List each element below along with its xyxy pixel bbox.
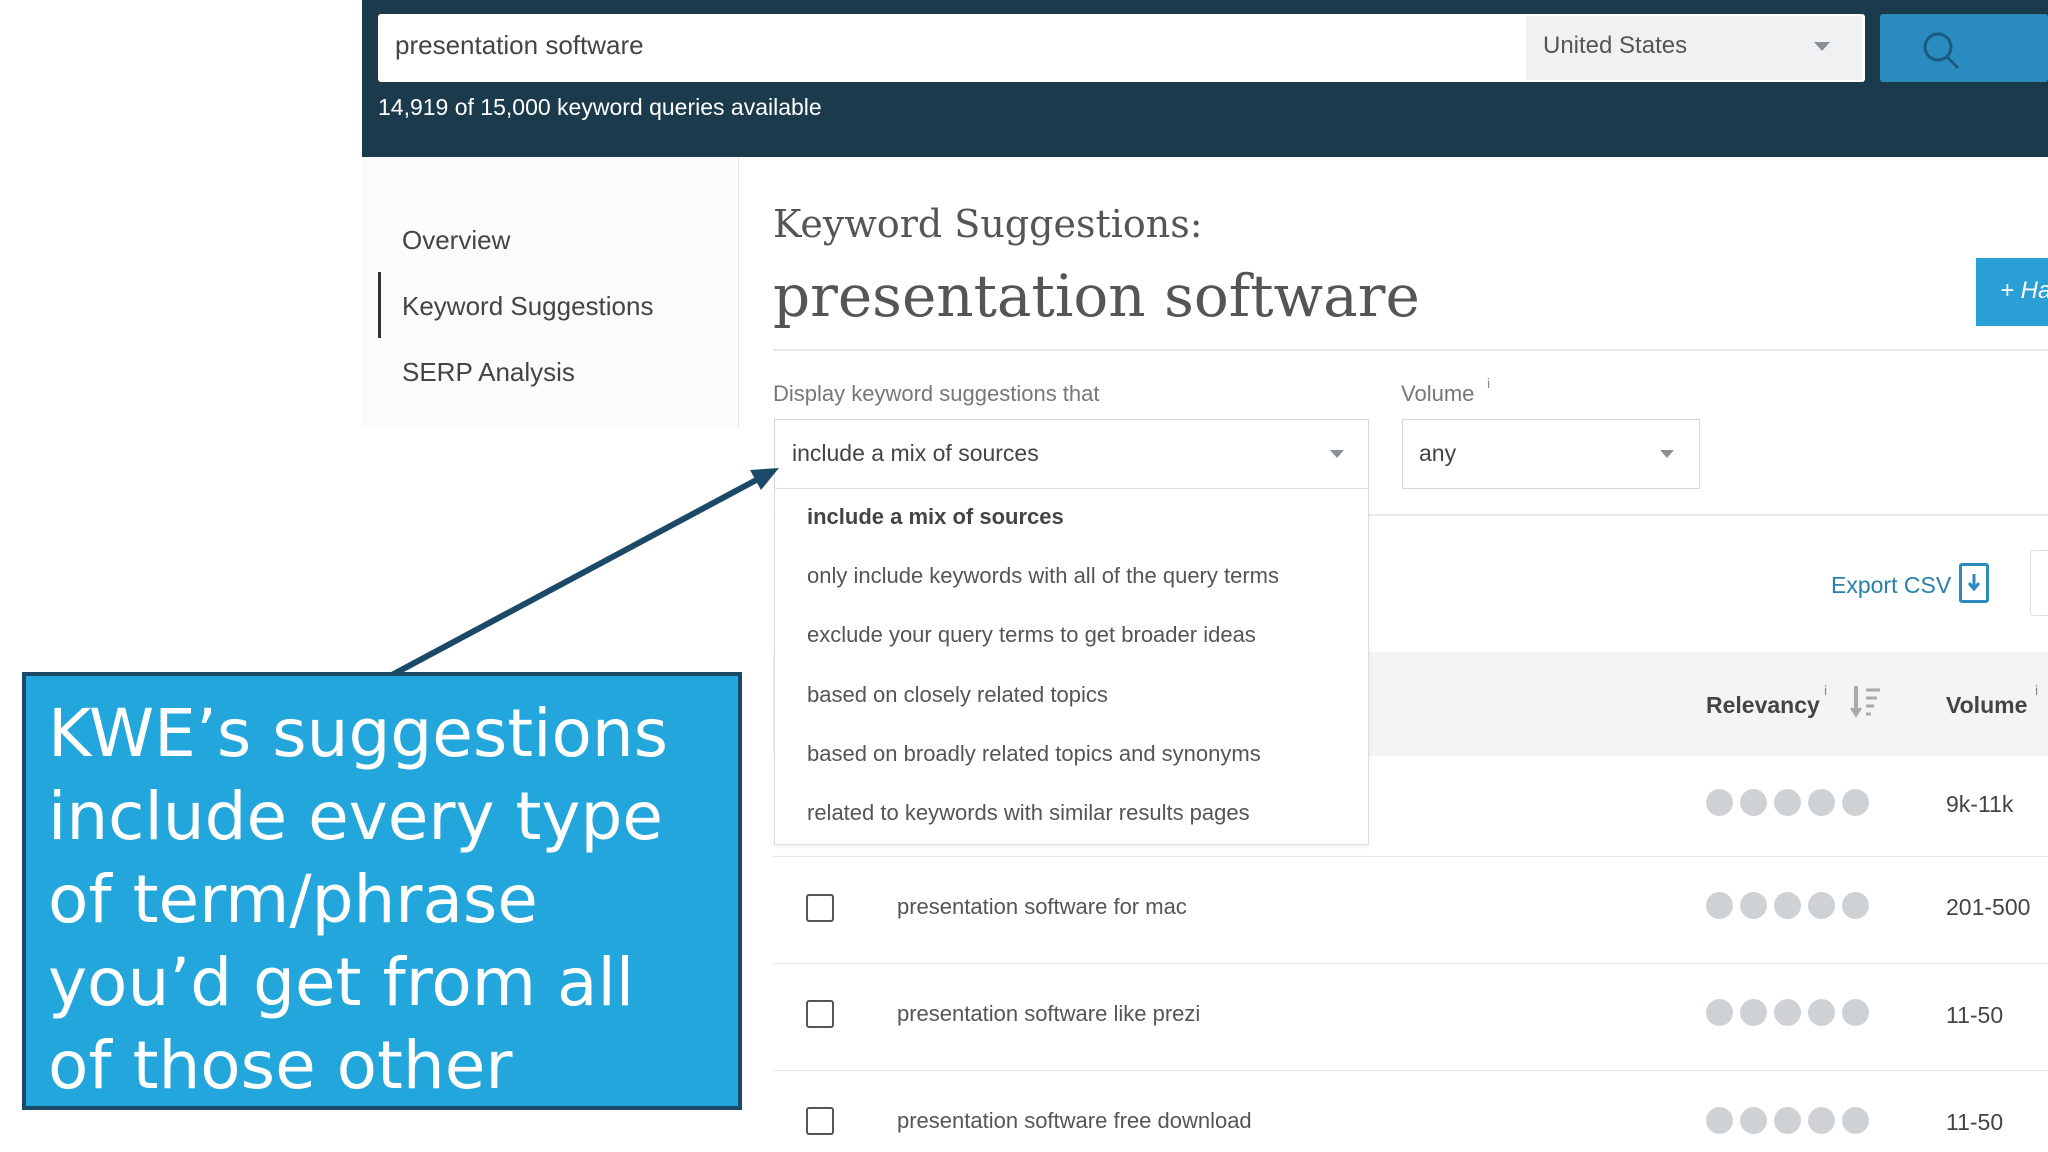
volume-value: 11-50 [1946, 1109, 2004, 1135]
info-icon[interactable]: i [2035, 682, 2038, 698]
relevancy-dots [1706, 999, 1876, 1027]
settings-button[interactable] [2030, 550, 2048, 616]
filter-label: Display keyword suggestions that [773, 381, 1100, 406]
chevron-down-icon [1814, 42, 1830, 51]
relevancy-dots [1706, 789, 1876, 817]
sort-icon[interactable] [1850, 684, 1882, 720]
row-checkbox[interactable] [806, 1000, 834, 1028]
relevancy-dots [1706, 892, 1876, 920]
dropdown-option[interactable]: based on closely related topics [807, 682, 1108, 708]
keyword-text: presentation software like prezi [897, 1001, 1201, 1026]
dropdown-option[interactable]: based on broadly related topics and syno… [807, 741, 1261, 767]
volume-value: 11-50 [1946, 1002, 2004, 1028]
row-checkbox[interactable] [806, 1107, 834, 1135]
dropdown-option[interactable]: exclude your query terms to get broader … [807, 622, 1256, 648]
volume-label: Volume [1401, 381, 1475, 406]
column-header-relevancy[interactable]: Relevancy [1706, 692, 1820, 719]
page-subtitle: Keyword Suggestions: [773, 202, 1203, 246]
row-checkbox[interactable] [806, 894, 834, 922]
add-button[interactable]: + Ha [1976, 258, 2048, 326]
info-icon[interactable]: i [1824, 682, 1827, 698]
volume-value: 9k-11k [1946, 791, 2014, 817]
export-csv-link[interactable]: Export CSV [1831, 572, 1951, 599]
chevron-down-icon [1660, 450, 1674, 458]
divider [773, 963, 2048, 964]
info-icon[interactable]: i [1487, 375, 1490, 391]
search-button[interactable] [1880, 14, 2048, 82]
page-title: presentation software [773, 262, 1420, 330]
volume-value: 201-500 [1946, 894, 2031, 920]
sidebar-item-serp-analysis[interactable]: SERP Analysis [402, 357, 575, 388]
divider [773, 856, 2048, 857]
dropdown-option[interactable]: related to keywords with similar results… [807, 800, 1250, 826]
source-dropdown-menu: include a mix of sources only include ke… [774, 488, 1369, 845]
country-select-value: United States [1543, 32, 1688, 59]
sidebar-item-overview[interactable]: Overview [402, 225, 510, 256]
queries-available: 14,919 of 15,000 keyword queries availab… [378, 94, 822, 120]
active-indicator [378, 272, 381, 338]
divider [773, 1070, 2048, 1071]
keyword-text: presentation software for mac [897, 894, 1187, 919]
volume-dropdown-value: any [1419, 440, 1457, 466]
column-header-volume[interactable]: Volume [1946, 692, 2027, 719]
annotation-callout: KWE’s suggestions include every type of … [22, 672, 742, 1110]
keyword-text: presentation software free download [897, 1108, 1252, 1133]
chevron-down-icon [1330, 450, 1344, 458]
search-icon [1923, 32, 1960, 70]
add-button-label: + Ha [2000, 277, 2048, 304]
relevancy-dots [1706, 1107, 1876, 1135]
dropdown-option[interactable]: include a mix of sources [807, 504, 1064, 530]
callout-text: KWE’s suggestions include every type of … [48, 695, 669, 1104]
sidebar-item-keyword-suggestions[interactable]: Keyword Suggestions [402, 291, 653, 322]
download-icon[interactable] [1959, 563, 1989, 603]
dropdown-option[interactable]: only include keywords with all of the qu… [807, 563, 1279, 589]
divider [773, 349, 2048, 351]
search-query-text: presentation software [395, 30, 644, 60]
source-dropdown-value: include a mix of sources [792, 440, 1039, 466]
